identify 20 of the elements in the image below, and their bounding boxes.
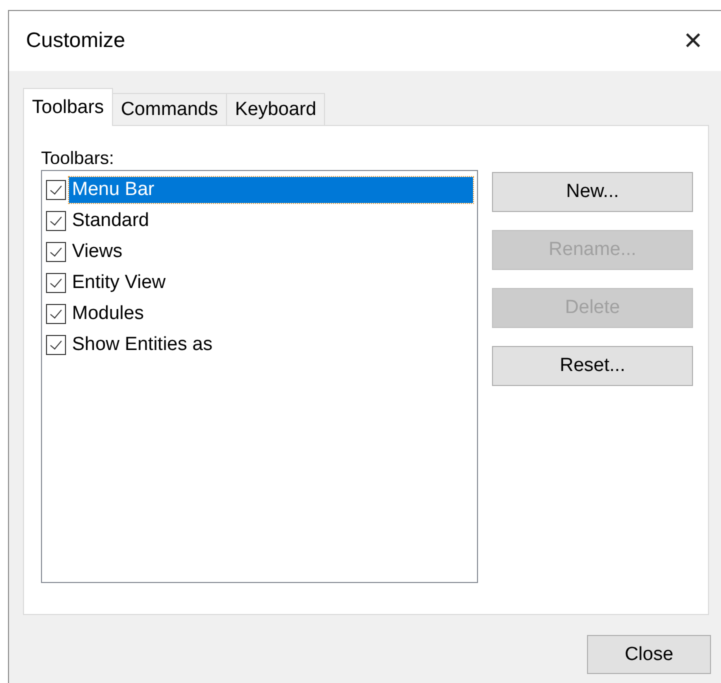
- close-button[interactable]: ✕: [671, 19, 715, 63]
- dialog-button[interactable]: New...: [492, 172, 693, 212]
- list-item[interactable]: Show Entities as: [69, 332, 216, 358]
- checkbox[interactable]: [46, 242, 66, 262]
- checkbox[interactable]: [46, 272, 66, 292]
- list-item[interactable]: Entity View: [69, 270, 169, 296]
- tab[interactable]: Toolbars: [23, 88, 113, 126]
- close-button[interactable]: Close: [587, 635, 711, 674]
- list-item[interactable]: Standard: [69, 208, 152, 234]
- checkbox[interactable]: [46, 334, 66, 354]
- list-item[interactable]: Modules: [69, 300, 147, 326]
- dialog-button[interactable]: Reset...: [492, 346, 693, 386]
- tab[interactable]: Keyboard: [226, 93, 326, 126]
- checkbox[interactable]: [46, 180, 66, 200]
- list-label: Toolbars:: [41, 148, 116, 170]
- checkbox[interactable]: [46, 304, 66, 324]
- list-item[interactable]: Menu Bar: [69, 176, 473, 202]
- list-item[interactable]: Views: [69, 238, 126, 264]
- checkbox[interactable]: [46, 210, 66, 230]
- window-title: Customize: [26, 29, 126, 53]
